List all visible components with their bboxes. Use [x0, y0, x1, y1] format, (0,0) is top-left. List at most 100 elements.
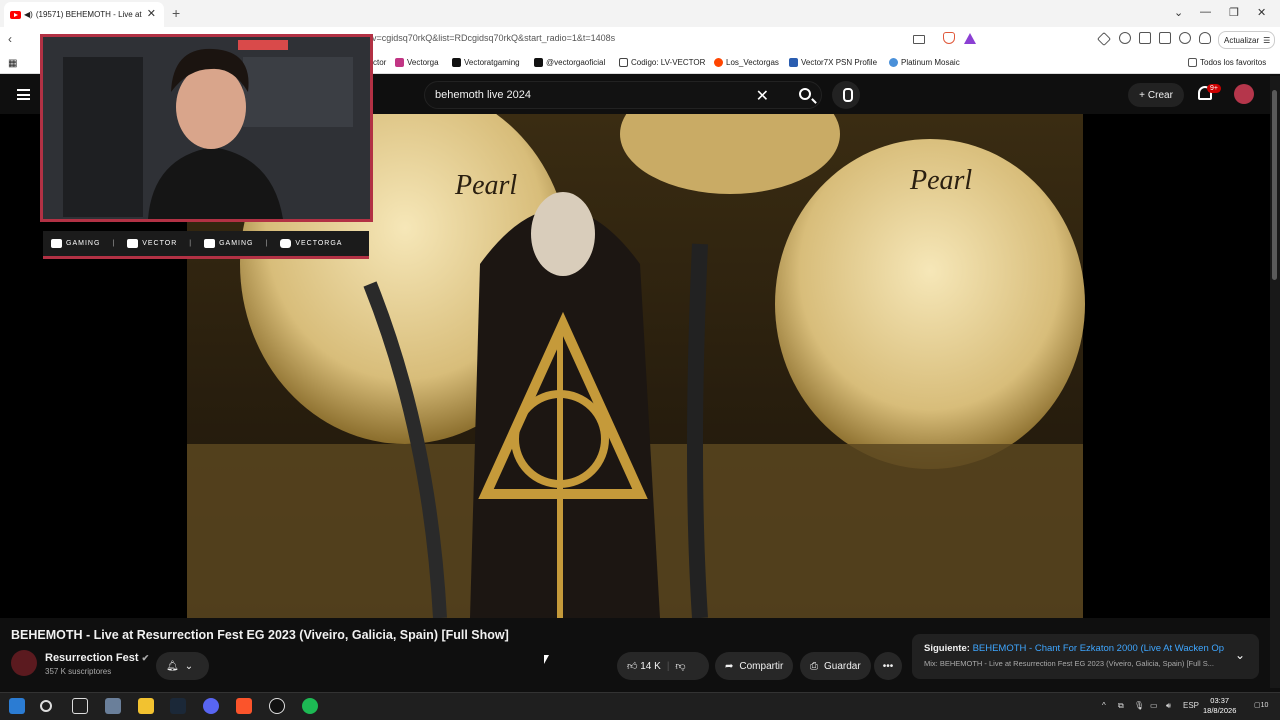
obs-icon[interactable] — [269, 698, 285, 714]
mouse-cursor — [544, 655, 554, 664]
speaker-icon[interactable]: ◀) — [24, 10, 33, 19]
brave-icon[interactable] — [236, 698, 252, 714]
tab-search-icon[interactable]: ⌄ — [1174, 6, 1183, 19]
tab-title: (19571) BEHEMOTH - Live at — [35, 10, 142, 19]
bookmark-item[interactable]: Platinum Mosaic — [889, 58, 960, 67]
windows-start-icon[interactable] — [9, 698, 25, 714]
task-view-icon[interactable] — [72, 698, 88, 714]
webcam-feed — [43, 37, 370, 219]
page-scrollbar[interactable] — [1270, 76, 1280, 688]
share-button[interactable]: ➦ Compartir — [715, 652, 794, 680]
new-tab-button[interactable]: + — [172, 5, 180, 21]
menu-icon: ☰ — [1263, 35, 1271, 45]
subscribe-bell-button[interactable]: 🔔︎ ⌄ — [156, 652, 209, 680]
account-avatar[interactable] — [1234, 84, 1254, 104]
youtube-icon — [10, 10, 21, 19]
video-title: BEHEMOTH - Live at Resurrection Fest EG … — [11, 628, 509, 642]
twitch-icon — [127, 239, 139, 248]
share-icon: ➦ — [725, 660, 734, 672]
search-input[interactable]: behemoth live 2024 — [435, 89, 531, 101]
up-next-panel[interactable]: Siguiente: BEHEMOTH - Chant For Ezkaton … — [912, 634, 1259, 679]
notification-badge: 9+ — [1207, 84, 1221, 93]
youtube-logo-icon — [51, 239, 62, 248]
more-actions-button[interactable]: ••• — [874, 652, 902, 680]
bookmark-item[interactable]: Vectorga — [395, 58, 439, 67]
search-icon[interactable] — [799, 88, 811, 100]
bookmark-label: Los_Vectorgas — [726, 58, 779, 67]
close-tab-icon[interactable]: ✕ — [147, 7, 156, 20]
up-next-video: BEHEMOTH - Chant For Ezkaton 2000 (Live … — [972, 643, 1224, 654]
maximize-button[interactable]: ❐ — [1229, 6, 1239, 19]
plus-icon: + — [1139, 89, 1145, 101]
social-youtube: GAMING — [43, 239, 108, 248]
close-window-button[interactable]: ✕ — [1257, 6, 1266, 19]
channel-name-text: Resurrection Fest — [45, 652, 139, 664]
update-button[interactable]: Actualizar ☰ — [1218, 31, 1275, 49]
chevron-down-icon[interactable]: ⌄ — [1235, 648, 1245, 662]
clock-date: 18/8/2026 — [1203, 706, 1237, 715]
bell-icon: 🔔︎ — [166, 660, 179, 672]
browser-tab[interactable]: ◀) (19571) BEHEMOTH - Live at ✕ — [4, 2, 164, 27]
tray-app-icon[interactable]: ⧉ — [1118, 701, 1124, 711]
bookmark-item[interactable]: Codigo: LV-VECTOR — [619, 58, 705, 67]
spotify-icon[interactable] — [302, 698, 318, 714]
divider: | — [112, 240, 116, 247]
bookmark-item[interactable]: @vectorgaoficial — [534, 58, 605, 67]
bookmark-label: Vectorga — [407, 58, 439, 67]
hamburger-menu-icon[interactable] — [17, 89, 30, 100]
create-button[interactable]: + Crear — [1128, 83, 1184, 107]
channel-avatar[interactable] — [11, 650, 37, 676]
bookmark-item[interactable]: ctor — [373, 58, 386, 67]
microphone-icon[interactable]: 🎙︎ — [1134, 701, 1144, 710]
bookmark-item[interactable]: Vectoratgaming — [452, 58, 520, 67]
social-instagram: VECTORGA — [272, 239, 350, 248]
vpn-icon[interactable] — [1199, 32, 1211, 44]
sidebar-icon[interactable] — [1139, 32, 1151, 44]
tray-chevron-icon[interactable]: ^ — [1102, 701, 1106, 710]
wallet-icon[interactable] — [1159, 32, 1171, 44]
like-button[interactable]: 👍︎ 14 K — [627, 660, 661, 672]
instagram-icon — [280, 239, 292, 248]
clear-search-icon[interactable]: ✕ — [756, 86, 769, 106]
search-icon[interactable] — [40, 700, 52, 712]
dislike-button[interactable]: 👎︎ — [675, 660, 685, 672]
music-icon[interactable] — [1119, 32, 1131, 44]
app-icon[interactable] — [105, 698, 121, 714]
x-icon — [452, 58, 461, 67]
notification-center[interactable]: ▢10 — [1254, 701, 1268, 709]
divider: | — [265, 240, 269, 247]
all-bookmarks-item[interactable]: Todos los favoritos — [1188, 58, 1266, 67]
volume-icon[interactable]: 🔊︎ — [1166, 701, 1171, 711]
url-field[interactable]: v=cgidsq70rkQ&list=RDcgidsq70rkQ&start_r… — [372, 33, 615, 43]
drum-logo-right: Pearl — [909, 165, 972, 196]
chevron-down-icon: ⌄ — [184, 660, 194, 672]
up-next-mix: Mix: BEHEMOTH - Live at Resurrection Fes… — [924, 659, 1214, 668]
discord-icon[interactable] — [203, 698, 219, 714]
minimize-button[interactable]: — — [1200, 6, 1211, 18]
cast-icon[interactable] — [913, 35, 925, 44]
brave-shield-icon[interactable] — [943, 32, 955, 44]
folder-icon — [1188, 58, 1197, 67]
bookmark-label: Codigo: LV-VECTOR — [631, 58, 706, 67]
clock[interactable]: 03:37 18/8/2026 — [1203, 696, 1236, 716]
verified-icon: ✔ — [141, 653, 150, 663]
bookmark-item[interactable]: Los_Vectorgas — [714, 58, 779, 67]
scrollbar-thumb[interactable] — [1272, 90, 1277, 280]
leo-ai-icon[interactable] — [1179, 32, 1191, 44]
save-button[interactable]: ⎙ Guardar — [800, 652, 871, 680]
back-icon[interactable]: ‹ — [8, 32, 12, 46]
up-next-prefix: Siguiente: — [924, 643, 970, 654]
like-dislike-group: 👍︎ 14 K | 👎︎ — [617, 652, 709, 680]
voice-search-icon[interactable] — [832, 81, 860, 109]
search-box[interactable]: behemoth live 2024 ✕ — [424, 81, 822, 109]
apps-icon[interactable]: ▦ — [8, 58, 17, 69]
subscriber-count: 357 K suscriptores — [45, 667, 112, 676]
file-explorer-icon[interactable] — [138, 698, 154, 714]
bookmark-item[interactable]: Vector7X PSN Profile — [789, 58, 877, 67]
language-indicator[interactable]: ESP — [1183, 701, 1199, 710]
network-icon[interactable]: ▭ — [1150, 701, 1158, 710]
channel-name[interactable]: Resurrection Fest ✔ — [45, 652, 149, 664]
steam-icon[interactable] — [170, 698, 186, 714]
bookmark-label: Platinum Mosaic — [901, 58, 960, 67]
brave-rewards-icon[interactable] — [964, 33, 976, 44]
